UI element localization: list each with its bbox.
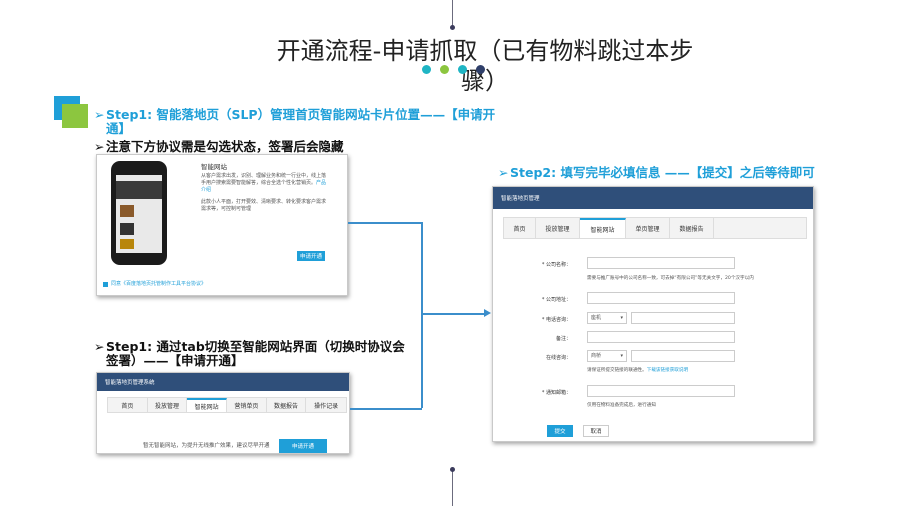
note-label: 备注： [555, 336, 571, 342]
apply-button[interactable]: 申请开通 [297, 251, 325, 261]
tab-bar: 首页 投放管理 智能网站 营销单页 数据报告 操作记录 [107, 397, 347, 413]
email-input[interactable] [587, 385, 735, 397]
connector-line [421, 313, 487, 315]
online-input[interactable] [631, 350, 735, 362]
page-title: 开通流程-申请抓取（已有物料跳过本步 骤） [276, 37, 694, 95]
tab-data-report[interactable]: 数据报告 [670, 218, 714, 238]
online-label: 在线咨询： [545, 355, 571, 361]
tab-page-manage[interactable]: 单页管理 [626, 218, 670, 238]
title-dot-green [440, 65, 449, 74]
form-tab-bar: 首页 投放管理 智能网站 单页管理 数据报告 [503, 217, 807, 239]
step1-note: ➢ 注意下方协议需是勾选状态，签署后会隐藏 [94, 139, 344, 154]
phone-screen [116, 175, 162, 253]
connector-line [350, 408, 422, 410]
submit-button[interactable]: 提交 [547, 425, 573, 437]
online-help-link[interactable]: 下载该链接获取说明 [647, 368, 688, 373]
phone-image [111, 161, 167, 265]
tab-operation-log[interactable]: 操作记录 [306, 398, 346, 412]
company-input[interactable] [587, 257, 735, 269]
tab-home[interactable]: 首页 [504, 218, 536, 238]
step2-heading: ➢ Step2: 填写完毕必填信息 ——【提交】之后等待即可 [498, 165, 815, 180]
company-label: * 公司名称： [541, 262, 571, 268]
arrow-bullet-icon: ➢ [94, 339, 105, 354]
phone-screen-product [120, 239, 134, 249]
tab-marketing-page[interactable]: 营销单页 [227, 398, 267, 412]
address-label: * 公司地址： [541, 297, 571, 303]
phone-screen-product [120, 223, 134, 235]
arrow-bullet-icon: ➢ [498, 165, 509, 180]
agreement-link[interactable]: 同意《百度落地页托管制作工具平台协议》 [111, 281, 206, 288]
online-hint: 请保证所提交链接的联通性。下载该链接获取说明 [587, 368, 689, 373]
note-input[interactable] [587, 331, 735, 343]
phone-screen-banner [116, 181, 162, 199]
email-hint: 仅用在物料准备完成后，进行通知 [587, 403, 656, 408]
card-title: 智能网站 [201, 163, 227, 171]
phone-screen-product [120, 205, 134, 217]
title-dot-teal-2 [458, 65, 467, 74]
form-header: 智能落地页管理 [493, 187, 813, 209]
agreement-checkbox[interactable] [103, 282, 108, 287]
tab-smart-site[interactable]: 智能网站 [580, 218, 626, 238]
cancel-button[interactable]: 取消 [583, 425, 609, 437]
top-divider-dot [450, 25, 455, 30]
title-dot-teal [422, 65, 431, 74]
card-description: 从客户需求出发，识别、理解业务和统一行业中，线上落手用户搜索需要智能解答，综合全… [201, 173, 327, 193]
screenshot-tabs: 智能落地页管理系统 首页 投放管理 智能网站 营销单页 数据报告 操作记录 暂无… [96, 372, 350, 454]
tab-home[interactable]: 首页 [108, 398, 148, 412]
decor-square-green [62, 104, 88, 128]
screenshot-smart-site-card: 智能网站 从客户需求出发，识别、理解业务和统一行业中，线上落手用户搜索需要智能解… [96, 154, 348, 296]
chevron-down-icon: ▾ [620, 314, 623, 321]
arrow-bullet-icon: ➢ [94, 107, 105, 122]
address-input[interactable] [587, 292, 735, 304]
tab-campaign[interactable]: 投放管理 [148, 398, 188, 412]
phone-input[interactable] [631, 312, 735, 324]
arrow-bullet-icon: ➢ [94, 139, 105, 154]
connector-line [348, 222, 422, 224]
apply-button[interactable]: 申请开通 [279, 439, 327, 453]
tab-smart-site[interactable]: 智能网站 [187, 398, 228, 412]
title-dot-navy [476, 65, 485, 74]
online-type-select[interactable]: 商桥 ▾ [587, 350, 627, 362]
phone-label: * 电话咨询： [541, 317, 571, 323]
connector-arrow-icon [484, 309, 491, 317]
phone-type-select[interactable]: 座机 ▾ [587, 312, 627, 324]
bottom-divider-line [452, 470, 453, 506]
top-divider-line [452, 0, 453, 28]
company-hint: 需要与推广账号中的公司名称一致，可去掉“有限公司”等无关文字，20个汉字以内 [587, 276, 754, 281]
empty-message: 暂无智能网站，为提升无线推广效果，建议尽早开通 [143, 443, 270, 449]
card-description-2: 此款小人平面，打开要效、清晰要求、转化要求客户需求需求等，可控制可管理 [201, 199, 327, 212]
tab-campaign[interactable]: 投放管理 [536, 218, 580, 238]
system-header: 智能落地页管理系统 [97, 373, 349, 391]
connector-line [421, 222, 423, 408]
chevron-down-icon: ▾ [620, 352, 623, 359]
email-label: * 通知邮箱： [541, 390, 571, 396]
tab-data-report[interactable]: 数据报告 [267, 398, 307, 412]
step1-heading: ➢ Step1: 智能落地页（SLP）管理首页智能网站卡片位置——【申请开 通】 [94, 107, 496, 136]
step1b-heading: ➢ Step1: 通过tab切换至智能网站界面（切换时协议会 签署）——【申请开通… [94, 339, 405, 368]
bottom-divider-dot [450, 467, 455, 472]
agreement-row: 同意《百度落地页托管制作工具平台协议》 [103, 281, 206, 288]
screenshot-form: 智能落地页管理 首页 投放管理 智能网站 单页管理 数据报告 * 公司名称： 需… [492, 186, 814, 442]
